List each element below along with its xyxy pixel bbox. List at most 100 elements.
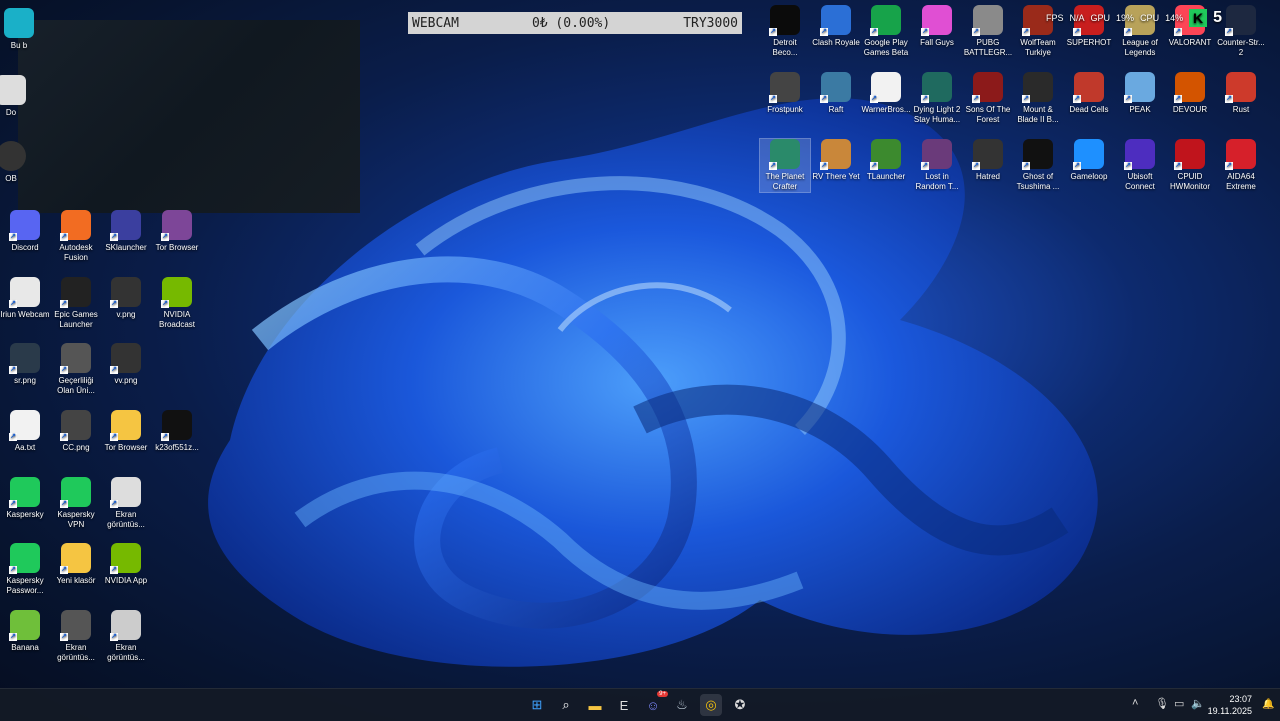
partial-icon[interactable]: Do xyxy=(0,75,36,118)
desktop-icon[interactable]: ↗ Sons Of The Forest xyxy=(963,72,1013,125)
desktop-icon[interactable]: ↗ CC.png xyxy=(51,410,101,453)
desktop-icon[interactable]: ↗ NVIDIA Broadcast xyxy=(152,277,202,330)
lost-random-icon: ↗ xyxy=(921,139,952,170)
app-button[interactable]: ✪ xyxy=(729,694,751,716)
desktop-icon[interactable]: ↗ DEVOUR xyxy=(1165,72,1215,115)
planet-crafter-icon: ↗ xyxy=(769,139,800,170)
desktop-icon[interactable]: ↗ Iriun Webcam xyxy=(0,277,50,320)
desktop-icon[interactable]: ↗ SKlauncher xyxy=(101,210,151,253)
desktop-icon[interactable]: ↗ Clash Royale xyxy=(811,5,861,48)
desktop-icon[interactable]: ↗ Detroit Beco... xyxy=(760,5,810,58)
shortcut-arrow-icon: ↗ xyxy=(9,233,17,241)
chrome-button[interactable]: ◎ xyxy=(700,694,722,716)
desktop-icon[interactable]: ↗ Yeni klasör xyxy=(51,543,101,586)
desktop-icon[interactable]: ↗ v.png xyxy=(101,277,151,320)
sotf-icon: ↗ xyxy=(972,72,1003,103)
shortcut-arrow-icon: ↗ xyxy=(1124,28,1132,36)
desktop-icon[interactable]: ↗ Aa.txt xyxy=(0,410,50,453)
shortcut-arrow-icon: ↗ xyxy=(60,500,68,508)
desktop-icon[interactable]: ↗ Dying Light 2 Stay Huma... xyxy=(912,72,962,125)
file-explorer-button[interactable]: ▬ xyxy=(584,694,606,716)
performance-overlay: FPS N/A GPU 19% CPU 14% K 5 xyxy=(1046,7,1280,29)
desktop-icon[interactable]: ↗ Google Play Games Beta xyxy=(861,5,911,58)
desktop-icon[interactable]: ↗ Ekran görüntüs... xyxy=(101,477,151,530)
steam-button[interactable]: ♨ xyxy=(671,694,693,716)
shortcut-arrow-icon: ↗ xyxy=(1174,162,1182,170)
desktop-icon-label: Frostpunk xyxy=(767,105,803,114)
shortcut-arrow-icon: ↗ xyxy=(60,433,68,441)
partial-icon[interactable]: OB xyxy=(0,141,36,184)
desktop-icon[interactable]: ↗ Tor Browser xyxy=(152,210,202,253)
desktop-icon[interactable]: ↗ TLauncher xyxy=(861,139,911,182)
desktop-icon[interactable]: ↗ Hatred xyxy=(963,139,1013,182)
desktop-icon[interactable]: ↗ Discord xyxy=(0,210,50,253)
system-clock[interactable]: 23:07 19.11.2025 xyxy=(1208,693,1252,717)
desktop-icon[interactable]: ↗ sr.png xyxy=(0,343,50,386)
desktop-icon[interactable]: ↗ k23of551z... xyxy=(152,410,202,453)
desktop-icon-label: Iriun Webcam xyxy=(0,310,50,319)
nvidia-icon: ↗ xyxy=(110,543,141,574)
shortcut-arrow-icon: ↗ xyxy=(820,162,828,170)
desktop-icon[interactable]: ↗ The Planet Crafter xyxy=(759,138,811,193)
desktop-icon[interactable]: ↗ Ekran görüntüs... xyxy=(101,610,151,663)
desktop-icon[interactable]: ↗ Mount & Blade II B... xyxy=(1013,72,1063,125)
desktop-icon-label: Epic Games Launcher xyxy=(54,310,98,329)
shortcut-arrow-icon: ↗ xyxy=(9,300,17,308)
desktop-icon-label: Kaspersky Passwor... xyxy=(6,576,44,595)
desktop-icon[interactable]: ↗ Gameloop xyxy=(1064,139,1114,182)
desktop-icon[interactable]: ↗ Banana xyxy=(0,610,50,653)
desktop-icon[interactable]: ↗ CPUID HWMonitor xyxy=(1165,139,1215,192)
desktop-icon[interactable]: ↗ Raft xyxy=(811,72,861,115)
kaspersky-tray-icon[interactable]: K xyxy=(1189,9,1208,27)
desktop-icon[interactable]: ↗ Fall Guys xyxy=(912,5,962,48)
shortcut-arrow-icon: ↗ xyxy=(9,500,17,508)
desktop-icon[interactable]: ↗ Tor Browser xyxy=(101,410,151,453)
desktop-icon[interactable]: ↗ Kaspersky VPN xyxy=(51,477,101,530)
shortcut-arrow-icon: ↗ xyxy=(769,162,777,170)
tlauncher-icon: ↗ xyxy=(870,139,901,170)
clock-date: 19.11.2025 xyxy=(1207,706,1252,716)
desktop-icon[interactable]: ↗ Frostpunk xyxy=(760,72,810,115)
shortcut-arrow-icon: ↗ xyxy=(921,95,929,103)
desktop-icon[interactable]: ↗ vv.png xyxy=(101,343,151,386)
desktop-icon[interactable]: ↗ Rust xyxy=(1216,72,1266,115)
webcam-icon: ↗ xyxy=(9,277,40,308)
notification-bell-icon[interactable]: 🔔 xyxy=(1262,699,1274,710)
desktop-icon[interactable]: ↗ PEAK xyxy=(1115,72,1165,115)
start-button[interactable]: ⊞ xyxy=(526,694,548,716)
desktop-icon-label: PUBG BATTLEGR... xyxy=(963,38,1013,57)
desktop-icon[interactable]: ↗ NVIDIA App xyxy=(101,543,151,586)
shortcut-arrow-icon: ↗ xyxy=(60,633,68,641)
desktop-icon[interactable]: ↗ AIDA64 Extreme xyxy=(1216,139,1266,192)
desktop-icon-label: Tor Browser xyxy=(155,243,199,252)
partial-icon[interactable]: Bu b xyxy=(0,8,44,51)
desktop-icon[interactable]: ↗ Epic Games Launcher xyxy=(51,277,101,330)
desktop-icon[interactable]: ↗ Ghost of Tsushima ... xyxy=(1013,139,1063,192)
shortcut-arrow-icon: ↗ xyxy=(1124,95,1132,103)
show-hidden-icons-chevron-icon[interactable]: ˄ xyxy=(1132,697,1138,709)
image-icon: ↗ xyxy=(110,610,141,641)
epic-games-button[interactable]: E xyxy=(613,694,635,716)
desktop-icon[interactable]: ↗ Lost in Random T... xyxy=(912,139,962,192)
microphone-icon[interactable]: 🎙 xyxy=(1155,697,1169,710)
desktop-icon-label: Dead Cells xyxy=(1069,105,1109,114)
desktop-icon-label: CC.png xyxy=(62,443,90,452)
desktop-icon[interactable]: ↗ Ubisoft Connect xyxy=(1115,139,1165,192)
discord-button[interactable]: ☺ 9+ xyxy=(642,691,668,716)
desktop-icon[interactable]: ↗ RV There Yet xyxy=(811,139,861,182)
desktop-icon-label: The Planet Crafter xyxy=(765,172,805,191)
desktop-icon[interactable]: ↗ Ekran görüntüs... xyxy=(51,610,101,663)
network-icon[interactable]: ▭ xyxy=(1174,697,1184,710)
desktop-icon[interactable]: ↗ Kaspersky xyxy=(0,477,50,520)
desktop-icon[interactable]: ↗ Dead Cells xyxy=(1064,72,1114,115)
shortcut-arrow-icon: ↗ xyxy=(972,95,980,103)
volume-icon[interactable]: 🔈 xyxy=(1191,697,1205,710)
desktop-icon-label: Clash Royale xyxy=(812,38,860,47)
desktop-icon-label: Ubisoft Connect xyxy=(1125,172,1155,191)
desktop-icon[interactable]: ↗ Geçerliliği Olan Üni... xyxy=(51,343,101,396)
search-button[interactable]: ⌕ xyxy=(555,694,577,716)
desktop-icon[interactable]: ↗ Kaspersky Passwor... xyxy=(0,543,50,596)
desktop-icon[interactable]: ↗ PUBG BATTLEGR... xyxy=(963,5,1013,58)
desktop-icon[interactable]: ↗ WarnerBros... xyxy=(861,72,911,115)
desktop-icon[interactable]: ↗ Autodesk Fusion xyxy=(51,210,101,263)
